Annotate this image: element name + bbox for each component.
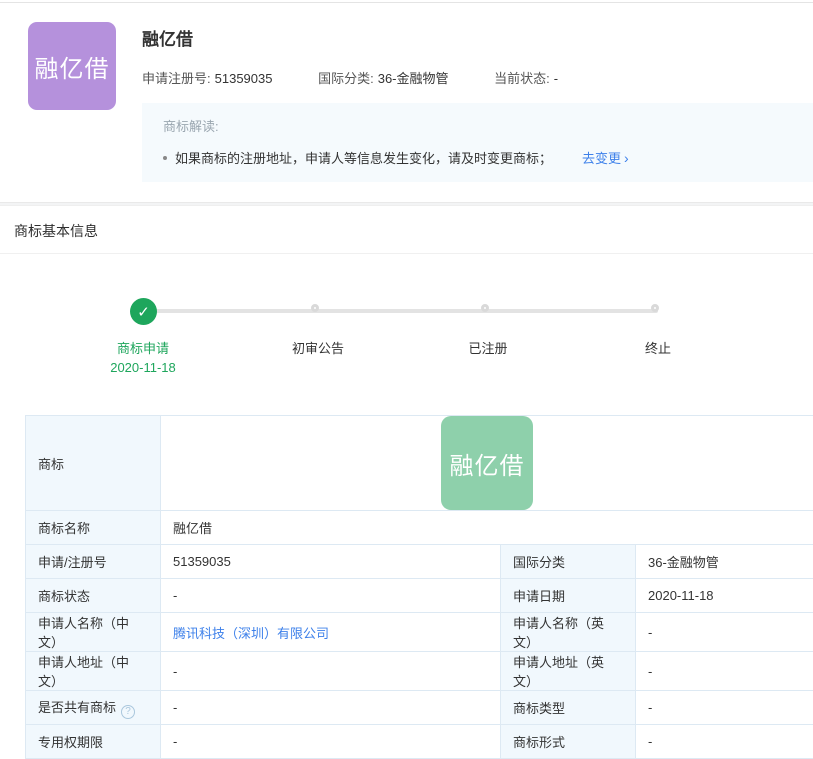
registration-number-value: 51359035 [215,71,273,86]
go-change-link[interactable]: 去变更› [582,148,629,167]
timeline-track [143,309,658,313]
mark-status-label: 商标状态 [26,579,161,613]
mark-type-value: - [636,691,813,725]
go-change-label: 去变更 [582,151,621,166]
table-row: 申请人地址（中文） - 申请人地址（英文） - [26,652,813,691]
step-circle-icon [311,304,319,312]
help-icon[interactable]: ? [121,705,135,719]
trademark-image: 融亿借 [441,416,533,510]
current-status-value: - [554,71,558,86]
mark-form-value: - [636,725,813,759]
trademark-header: 融亿借 融亿借 申请注册号: 51359035 国际分类: 36-金融物管 当前状态… [0,3,813,182]
step-done-check-icon: ✓ [130,298,157,325]
applicant-address-cn-value: - [161,652,501,691]
step-circle-icon [651,304,659,312]
step-circle-icon [481,304,489,312]
notice-title: 商标解读: [163,116,803,135]
applicant-name-en-label: 申请人名称（英文） [501,613,636,652]
mark-name-label: 商标名称 [26,511,161,545]
current-status-field: 当前状态:- [494,71,558,86]
mark-type-label: 商标类型 [501,691,636,725]
shared-mark-value: - [161,691,501,725]
applicant-name-cn-cell: 腾讯科技（深圳）有限公司 [161,613,501,652]
table-row: 商标 融亿借 [26,416,813,511]
notice-item: 如果商标的注册地址，申请人等信息发生变化，请及时变更商标； 去变更› [163,148,803,167]
class-label: 国际分类 [501,545,636,579]
table-row: 专用权期限 - 商标形式 - [26,725,813,759]
trademark-notice-panel: 商标解读: 如果商标的注册地址，申请人等信息发生变化，请及时变更商标； 去变更› [142,103,813,182]
table-row: 申请/注册号 51359035 国际分类 36-金融物管 [26,545,813,579]
mark-image-label: 商标 [26,416,161,511]
page-title: 融亿借 [142,25,813,50]
application-number-value: 51359035 [161,545,501,579]
table-row: 是否共有商标? - 商标类型 - [26,691,813,725]
header-content: 融亿借 申请注册号: 51359035 国际分类: 36-金融物管 当前状态:- 商… [142,22,813,182]
current-status-label: 当前状态: [494,71,550,86]
chevron-right-icon: › [624,150,629,166]
application-date-value: 2020-11-18 [636,579,813,613]
exclusive-right-period-label: 专用权期限 [26,725,161,759]
trademark-logo: 融亿借 [28,22,116,110]
step-label-application: 商标申请 [83,338,203,357]
exclusive-right-period-value: - [161,725,501,759]
international-class-label: 国际分类: [318,71,374,86]
mark-form-label: 商标形式 [501,725,636,759]
step-label-preliminary-publication: 初审公告 [258,338,378,357]
table-row: 商标名称 融亿借 [26,511,813,545]
international-class-value: 36-金融物管 [378,71,449,86]
table-row: 申请人名称（中文） 腾讯科技（深圳）有限公司 申请人名称（英文） - [26,613,813,652]
applicant-address-cn-label: 申请人地址（中文） [26,652,161,691]
trademark-progress-timeline: ✓ 商标申请 2020-11-18 初审公告 已注册 终止 [0,254,813,415]
mark-status-value: - [161,579,501,613]
table-row: 商标状态 - 申请日期 2020-11-18 [26,579,813,613]
application-number-label: 申请/注册号 [26,545,161,579]
shared-mark-label-cell: 是否共有商标? [26,691,161,725]
step-label-terminated: 终止 [598,338,718,357]
applicant-name-cn-label: 申请人名称（中文） [26,613,161,652]
notice-text: 如果商标的注册地址，申请人等信息发生变化，请及时变更商标； [175,148,552,167]
class-value: 36-金融物管 [636,545,813,579]
bullet-icon [163,156,167,160]
trademark-detail-table: 商标 融亿借 商标名称 融亿借 申请/注册号 51359035 国际分类 36-… [25,415,813,759]
mark-image-cell: 融亿借 [161,416,813,511]
mark-name-value: 融亿借 [161,511,813,545]
registration-number-field: 申请注册号: 51359035 [142,71,276,86]
basic-info-section-title: 商标基本信息 [0,206,813,254]
applicant-address-en-label: 申请人地址（英文） [501,652,636,691]
international-class-field: 国际分类: 36-金融物管 [318,71,452,86]
step-date-application: 2020-11-18 [83,360,203,375]
applicant-company-link[interactable]: 腾讯科技（深圳）有限公司 [173,626,329,641]
registration-number-label: 申请注册号: [142,71,211,86]
applicant-address-en-value: - [636,652,813,691]
application-date-label: 申请日期 [501,579,636,613]
step-label-registered: 已注册 [428,338,548,357]
trademark-info-row: 申请注册号: 51359035 国际分类: 36-金融物管 当前状态:- [142,68,813,87]
shared-mark-label: 是否共有商标 [38,700,116,715]
applicant-name-en-value: - [636,613,813,652]
